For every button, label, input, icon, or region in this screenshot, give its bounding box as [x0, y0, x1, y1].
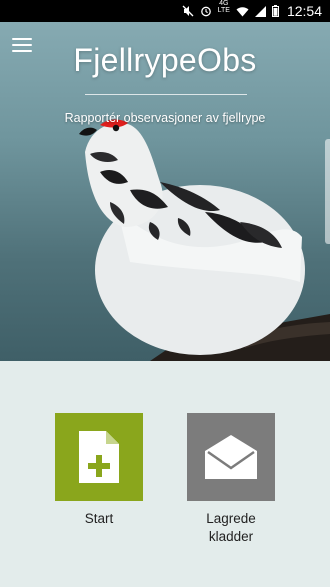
saved-drafts-button[interactable]: Lagrede kladder: [187, 413, 275, 546]
saved-drafts-tile[interactable]: [187, 413, 275, 501]
start-label: Start: [84, 511, 114, 526]
app-subtitle: Rapportér observasjoner av fjellrype: [64, 111, 266, 125]
saved-drafts-label: Lagrede kladder: [206, 511, 256, 544]
mute-icon: [182, 0, 194, 22]
status-time: 12:54: [286, 3, 322, 19]
start-tile[interactable]: [55, 413, 143, 501]
hero-header: FjellrypeObs Rapportér observasjoner av …: [0, 22, 330, 361]
app-title: FjellrypeObs: [73, 42, 257, 78]
edge-scroll-handle[interactable]: [325, 139, 330, 244]
title-divider: [85, 94, 247, 95]
add-document-icon: [79, 431, 119, 483]
start-button[interactable]: Start: [55, 413, 143, 528]
signal-icon: [254, 0, 266, 22]
wifi-icon: [236, 0, 249, 22]
network-type: 4G LTE: [217, 0, 230, 14]
battery-icon: [271, 0, 279, 22]
action-area: Start Lagrede kladder: [0, 361, 330, 587]
alarm-icon: [200, 0, 212, 22]
status-bar: 4G LTE 12:54: [0, 0, 330, 22]
envelope-open-icon: [205, 435, 257, 479]
